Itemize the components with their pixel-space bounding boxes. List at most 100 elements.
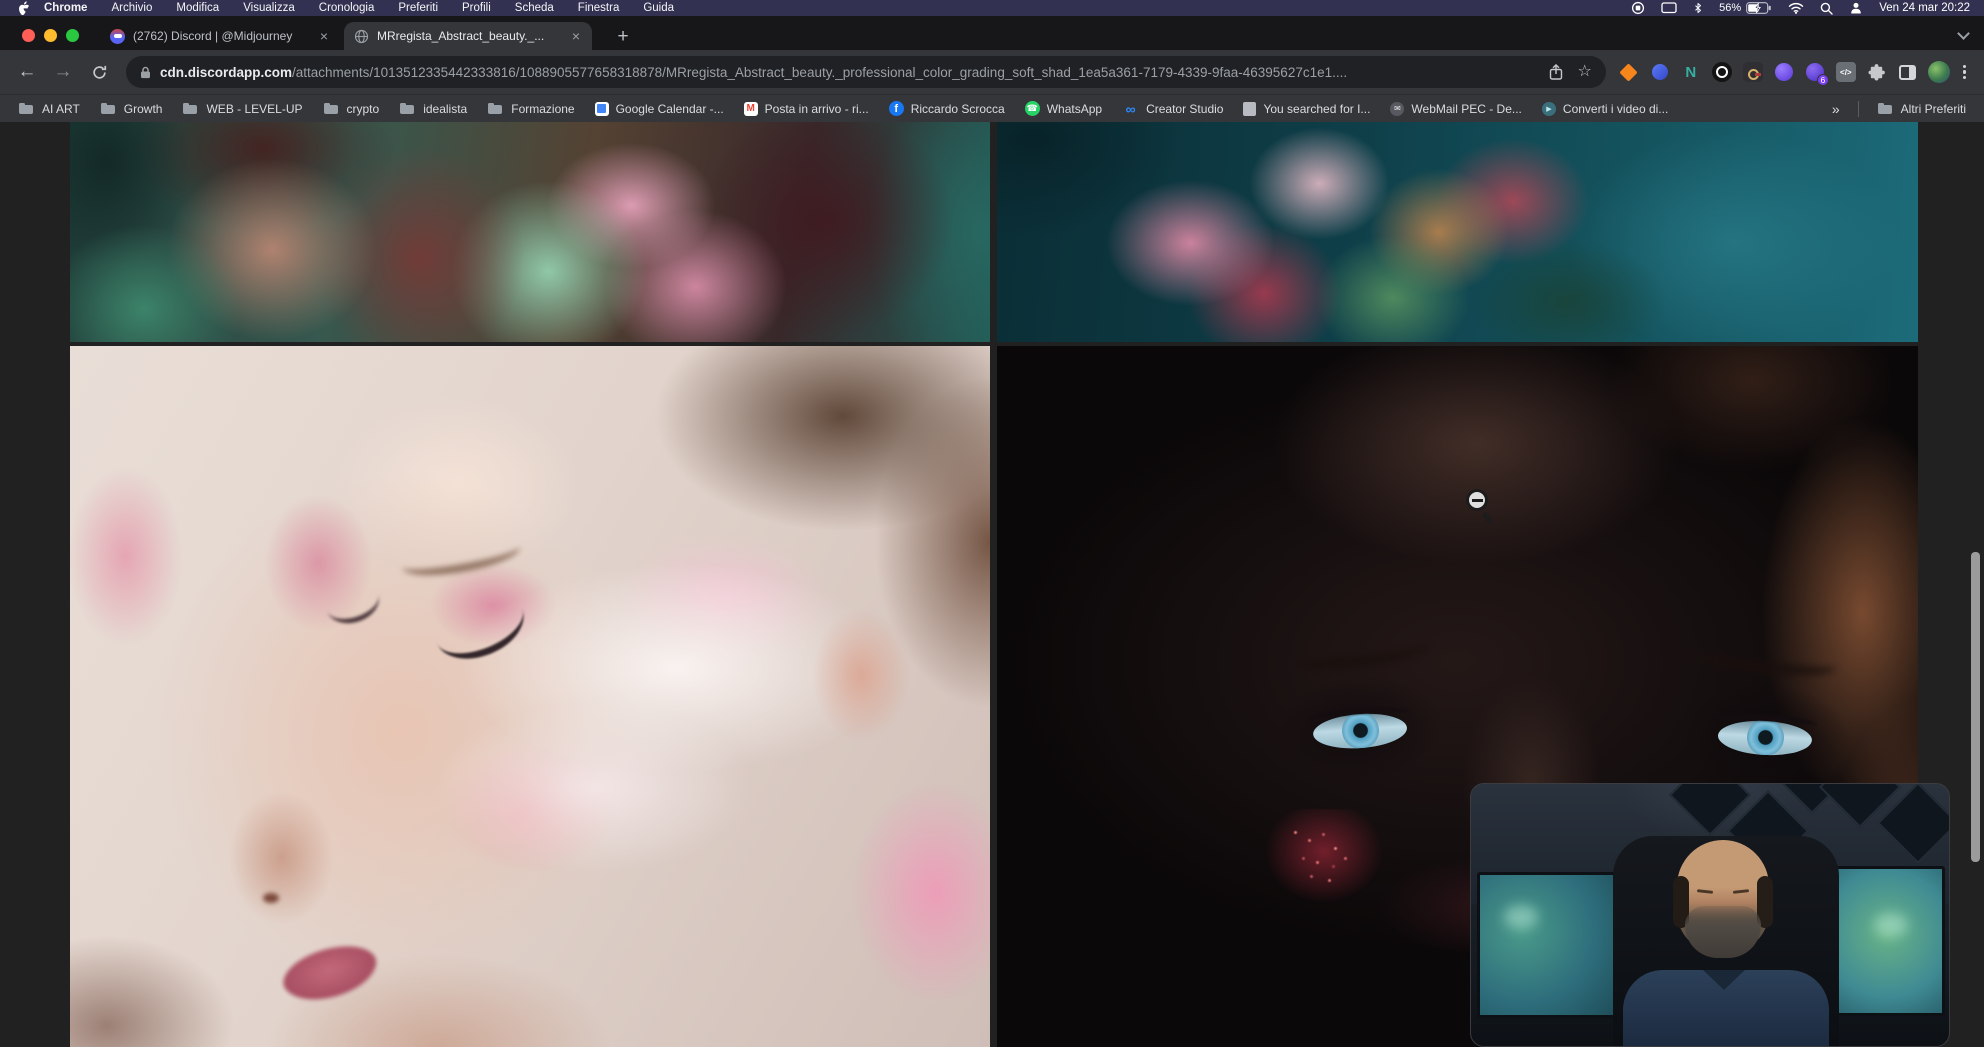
macos-menu-bar: Chrome Archivio Modifica Visualizza Cron… <box>0 0 1984 16</box>
portrait-eyebrow <box>1291 632 1433 675</box>
bookmark-folder-formazione[interactable]: Formazione <box>479 98 582 119</box>
generated-image-bottom-left[interactable] <box>70 346 990 1047</box>
url-text[interactable]: cdn.discordapp.com/attachments/101351233… <box>160 65 1540 80</box>
lock-icon[interactable] <box>140 66 151 79</box>
wifi-icon[interactable] <box>1788 2 1804 14</box>
bookmark-folder-idealista[interactable]: idealista <box>391 98 475 119</box>
tab-image-active[interactable]: MRregista_Abstract_beauty._... × <box>344 22 592 50</box>
minimize-window-button[interactable] <box>44 29 57 42</box>
blue-wallet-extension-icon[interactable] <box>1649 61 1671 83</box>
user-switch-icon[interactable] <box>1849 2 1863 14</box>
other-bookmarks-folder[interactable]: Altri Preferiti <box>1869 98 1974 119</box>
portrait-nostril <box>263 893 279 903</box>
vertical-scrollbar-thumb[interactable] <box>1971 552 1980 862</box>
menu-cronologia[interactable]: Cronologia <box>319 2 375 14</box>
reload-button[interactable] <box>84 57 114 87</box>
extension-badge: 6 <box>1817 74 1829 86</box>
gmail-icon: M <box>744 102 758 116</box>
display-icon[interactable] <box>1661 2 1677 14</box>
bookmarks-overflow-chevron[interactable]: » <box>1824 101 1848 117</box>
menu-profili[interactable]: Profili <box>462 2 491 14</box>
close-window-button[interactable] <box>22 29 35 42</box>
extensions-puzzle-icon[interactable] <box>1866 61 1888 83</box>
video-convert-icon: ▶ <box>1542 102 1556 116</box>
bluetooth-icon[interactable] <box>1693 1 1703 15</box>
mail-icon: ✉ <box>1390 102 1404 116</box>
menu-preferiti[interactable]: Preferiti <box>398 2 438 14</box>
bookmark-whatsapp[interactable]: ☎WhatsApp <box>1017 98 1110 119</box>
back-button[interactable]: ← <box>12 57 42 87</box>
tab-close-icon[interactable]: × <box>318 29 330 43</box>
folder-icon <box>1877 101 1894 116</box>
share-icon[interactable] <box>1549 64 1563 80</box>
discord-favicon <box>110 29 125 44</box>
battery-indicator[interactable]: 56% <box>1719 2 1772 14</box>
menu-bar-clock[interactable]: Ven 24 mar 20:22 <box>1879 2 1970 14</box>
menu-chrome[interactable]: Chrome <box>44 2 87 14</box>
folder-icon <box>399 101 416 116</box>
meta-icon: ∞ <box>1122 101 1139 116</box>
divider <box>1858 101 1859 117</box>
calendar-icon <box>595 102 609 116</box>
forward-button[interactable]: → <box>48 57 78 87</box>
generated-image-top-right[interactable] <box>997 122 1918 342</box>
bookmark-gmail-inbox[interactable]: MPosta in arrivo - ri... <box>736 99 877 119</box>
whatsapp-icon: ☎ <box>1025 101 1040 116</box>
bookmark-you-searched[interactable]: You searched for I... <box>1235 99 1378 119</box>
screen: Chrome Archivio Modifica Visualizza Cron… <box>0 0 1984 1047</box>
browser-toolbar: ← → cdn.discordapp.com/attachments/10135… <box>0 50 1984 94</box>
fullscreen-window-button[interactable] <box>66 29 79 42</box>
bookmark-webmail-pec[interactable]: ✉WebMail PEC - De... <box>1382 99 1529 119</box>
side-panel-icon[interactable] <box>1897 61 1919 83</box>
bookmark-folder-growth[interactable]: Growth <box>92 98 171 119</box>
bookmark-google-calendar[interactable]: Google Calendar -... <box>587 99 732 119</box>
menu-archivio[interactable]: Archivio <box>111 2 152 14</box>
profile-avatar[interactable] <box>1928 61 1950 83</box>
screen-record-icon[interactable] <box>1631 1 1645 15</box>
tab-strip: (2762) Discord | @Midjourney × MRregista… <box>0 16 1984 50</box>
folder-icon <box>182 101 199 116</box>
menu-finestra[interactable]: Finestra <box>578 2 620 14</box>
folder-icon <box>323 101 340 116</box>
new-tab-button[interactable]: + <box>610 24 636 50</box>
purple-badged-extension-icon[interactable]: 6 <box>1804 61 1826 83</box>
battery-percent: 56% <box>1719 2 1741 14</box>
spotlight-search-icon[interactable] <box>1820 2 1833 15</box>
bookmark-star-icon[interactable]: ☆ <box>1577 64 1591 80</box>
folder-icon <box>487 101 504 116</box>
facebook-icon: f <box>889 101 904 116</box>
portrait-eyelash <box>435 603 534 671</box>
black-circle-extension-icon[interactable] <box>1712 62 1732 82</box>
metamask-extension-icon[interactable] <box>1618 61 1640 83</box>
menu-scheda[interactable]: Scheda <box>515 2 554 14</box>
menu-visualizza[interactable]: Visualizza <box>243 2 295 14</box>
url-domain: cdn.discordapp.com <box>160 65 292 80</box>
portrait-eyebrow <box>399 532 522 582</box>
chrome-menu-kebab-icon[interactable] <box>1959 65 1970 80</box>
menu-guida[interactable]: Guida <box>643 2 674 14</box>
webcam-overlay <box>1470 783 1950 1047</box>
tab-search-chevron-icon[interactable] <box>1957 27 1970 40</box>
bookmark-facebook-profile[interactable]: fRiccardo Scrocca <box>881 98 1013 119</box>
purple-extension-icon[interactable] <box>1773 61 1795 83</box>
zoom-out-cursor <box>1462 487 1498 529</box>
code-extension-icon[interactable]: </> <box>1836 62 1856 82</box>
portrait-eye-left <box>1299 699 1422 759</box>
bookmark-creator-studio[interactable]: ∞Creator Studio <box>1114 98 1231 119</box>
page-icon <box>1243 102 1256 116</box>
bookmarks-bar: AI ART Growth WEB - LEVEL-UP crypto idea… <box>0 94 1984 122</box>
teal-n-extension-icon[interactable]: N <box>1680 61 1702 83</box>
bookmark-converti-video[interactable]: ▶Converti i video di... <box>1534 99 1676 119</box>
menu-modifica[interactable]: Modifica <box>176 2 219 14</box>
tab-discord[interactable]: (2762) Discord | @Midjourney × <box>100 22 340 50</box>
bookmark-folder-crypto[interactable]: crypto <box>315 98 388 119</box>
bookmark-folder-ai-art[interactable]: AI ART <box>10 98 88 119</box>
generated-image-top-left[interactable] <box>70 122 990 342</box>
bookmark-folder-web-level-up[interactable]: WEB - LEVEL-UP <box>174 98 310 119</box>
portrait-eyebrow <box>1696 640 1838 680</box>
folder-icon <box>100 101 117 116</box>
address-bar[interactable]: cdn.discordapp.com/attachments/101351233… <box>126 56 1606 88</box>
apple-logo-icon[interactable] <box>18 1 30 15</box>
password-key-extension-icon[interactable] <box>1743 62 1763 82</box>
tab-close-icon[interactable]: × <box>570 29 582 43</box>
